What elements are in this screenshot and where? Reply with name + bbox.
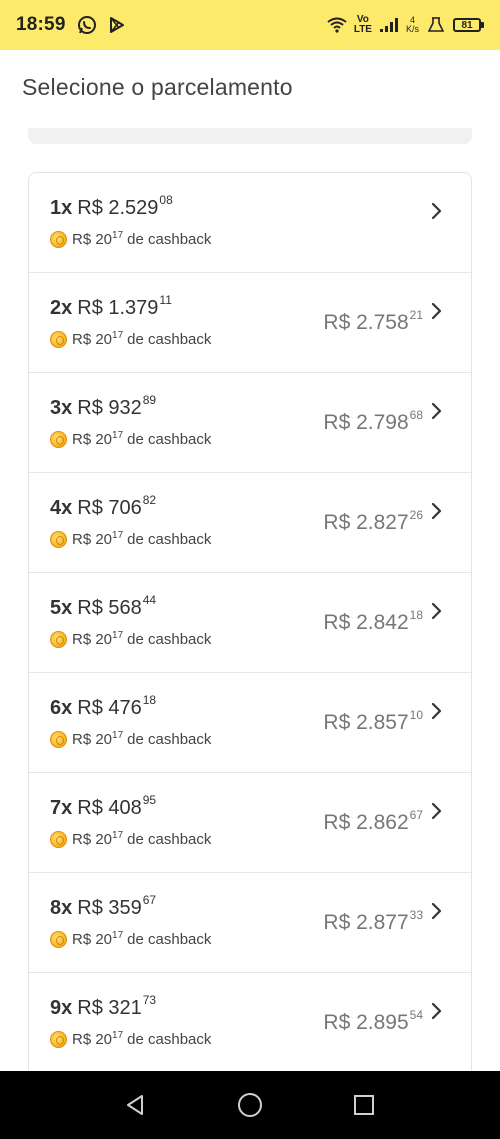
network-speed: 4 K/s bbox=[405, 15, 419, 34]
lab-icon bbox=[425, 14, 447, 36]
coin-icon bbox=[50, 631, 67, 648]
installment-option-6[interactable]: 6x R$ 476 18 R$ 20 17 de cashback R$ 2.857… bbox=[29, 673, 471, 773]
signal-icon bbox=[378, 14, 400, 36]
installment-total: R$ 2.862 67 bbox=[323, 808, 423, 834]
cashback-info: R$ 20 17 de cashback bbox=[50, 530, 211, 548]
chevron-right-icon bbox=[429, 799, 445, 823]
coin-icon bbox=[50, 531, 67, 548]
installment-total: R$ 2.895 54 bbox=[323, 1008, 423, 1034]
chevron-right-icon bbox=[429, 899, 445, 923]
chevron-right-icon bbox=[429, 499, 445, 523]
status-time: 18:59 bbox=[16, 14, 66, 35]
chevron-right-icon bbox=[429, 299, 445, 323]
coin-icon bbox=[50, 931, 67, 948]
installment-amount: 8x R$ 359 67 bbox=[50, 893, 157, 919]
installment-option-4[interactable]: 4x R$ 706 82 R$ 20 17 de cashback R$ 2.827… bbox=[29, 473, 471, 573]
installment-amount: 2x R$ 1.379 11 bbox=[50, 293, 172, 319]
cashback-info: R$ 20 17 de cashback bbox=[50, 930, 211, 948]
home-icon[interactable] bbox=[234, 1089, 266, 1121]
installments-list: 1x R$ 2.529 08 R$ 20 17 de cashback 2x R$ … bbox=[28, 172, 472, 1102]
installment-option-2[interactable]: 2x R$ 1.379 11 R$ 20 17 de cashback R$ 2.7… bbox=[29, 273, 471, 373]
installment-total: R$ 2.758 21 bbox=[323, 308, 423, 334]
cashback-info: R$ 20 17 de cashback bbox=[50, 730, 211, 748]
installment-option-8[interactable]: 8x R$ 359 67 R$ 20 17 de cashback R$ 2.877… bbox=[29, 873, 471, 973]
chevron-right-icon bbox=[429, 199, 445, 223]
play-store-icon bbox=[106, 14, 128, 36]
installment-total: R$ 2.798 68 bbox=[323, 408, 423, 434]
installment-total: R$ 2.877 33 bbox=[323, 908, 423, 934]
back-icon[interactable] bbox=[120, 1089, 152, 1121]
coin-icon bbox=[50, 731, 67, 748]
installment-amount: 4x R$ 706 82 bbox=[50, 493, 157, 519]
installment-total: R$ 2.842 18 bbox=[323, 608, 423, 634]
wifi-icon bbox=[326, 14, 348, 36]
cashback-info: R$ 20 17 de cashback bbox=[50, 330, 211, 348]
installment-option-3[interactable]: 3x R$ 932 89 R$ 20 17 de cashback R$ 2.798… bbox=[29, 373, 471, 473]
installment-amount: 3x R$ 932 89 bbox=[50, 393, 157, 419]
cashback-info: R$ 20 17 de cashback bbox=[50, 1030, 211, 1048]
coin-icon bbox=[50, 831, 67, 848]
whatsapp-icon bbox=[76, 14, 98, 36]
status-bar: 18:59 Vo LTE 4 K/s 81 bbox=[0, 0, 500, 50]
chevron-right-icon bbox=[429, 699, 445, 723]
chevron-right-icon bbox=[429, 399, 445, 423]
coin-icon bbox=[50, 331, 67, 348]
system-navigation-bar bbox=[0, 1071, 500, 1139]
cashback-info: R$ 20 17 de cashback bbox=[50, 830, 211, 848]
battery-icon: 81 bbox=[453, 18, 484, 32]
chevron-right-icon bbox=[429, 999, 445, 1023]
installment-amount: 1x R$ 2.529 08 bbox=[50, 193, 173, 219]
cashback-info: R$ 20 17 de cashback bbox=[50, 630, 211, 648]
coin-icon bbox=[50, 431, 67, 448]
network-type: Vo LTE bbox=[353, 14, 372, 35]
cashback-info: R$ 20 17 de cashback bbox=[50, 430, 211, 448]
installment-amount: 9x R$ 321 73 bbox=[50, 993, 157, 1019]
page-title: Selecione o parcelamento bbox=[22, 74, 293, 100]
installment-total: R$ 2.827 26 bbox=[323, 508, 423, 534]
installment-amount: 6x R$ 476 18 bbox=[50, 693, 157, 719]
coin-icon bbox=[50, 231, 67, 248]
previous-card-edge bbox=[28, 128, 472, 144]
battery-level: 81 bbox=[453, 18, 481, 32]
cashback-info: R$ 20 17 de cashback bbox=[50, 230, 211, 248]
installment-total: R$ 2.857 10 bbox=[323, 708, 423, 734]
coin-icon bbox=[50, 1031, 67, 1048]
installment-amount: 7x R$ 408 95 bbox=[50, 793, 157, 819]
installment-option-7[interactable]: 7x R$ 408 95 R$ 20 17 de cashback R$ 2.862… bbox=[29, 773, 471, 873]
installment-option-1[interactable]: 1x R$ 2.529 08 R$ 20 17 de cashback bbox=[29, 173, 471, 273]
installment-option-9[interactable]: 9x R$ 321 73 R$ 20 17 de cashback R$ 2.895… bbox=[29, 973, 471, 1073]
chevron-right-icon bbox=[429, 599, 445, 623]
installment-amount: 5x R$ 568 44 bbox=[50, 593, 157, 619]
installment-option-5[interactable]: 5x R$ 568 44 R$ 20 17 de cashback R$ 2.842… bbox=[29, 573, 471, 673]
recents-icon[interactable] bbox=[348, 1089, 380, 1121]
